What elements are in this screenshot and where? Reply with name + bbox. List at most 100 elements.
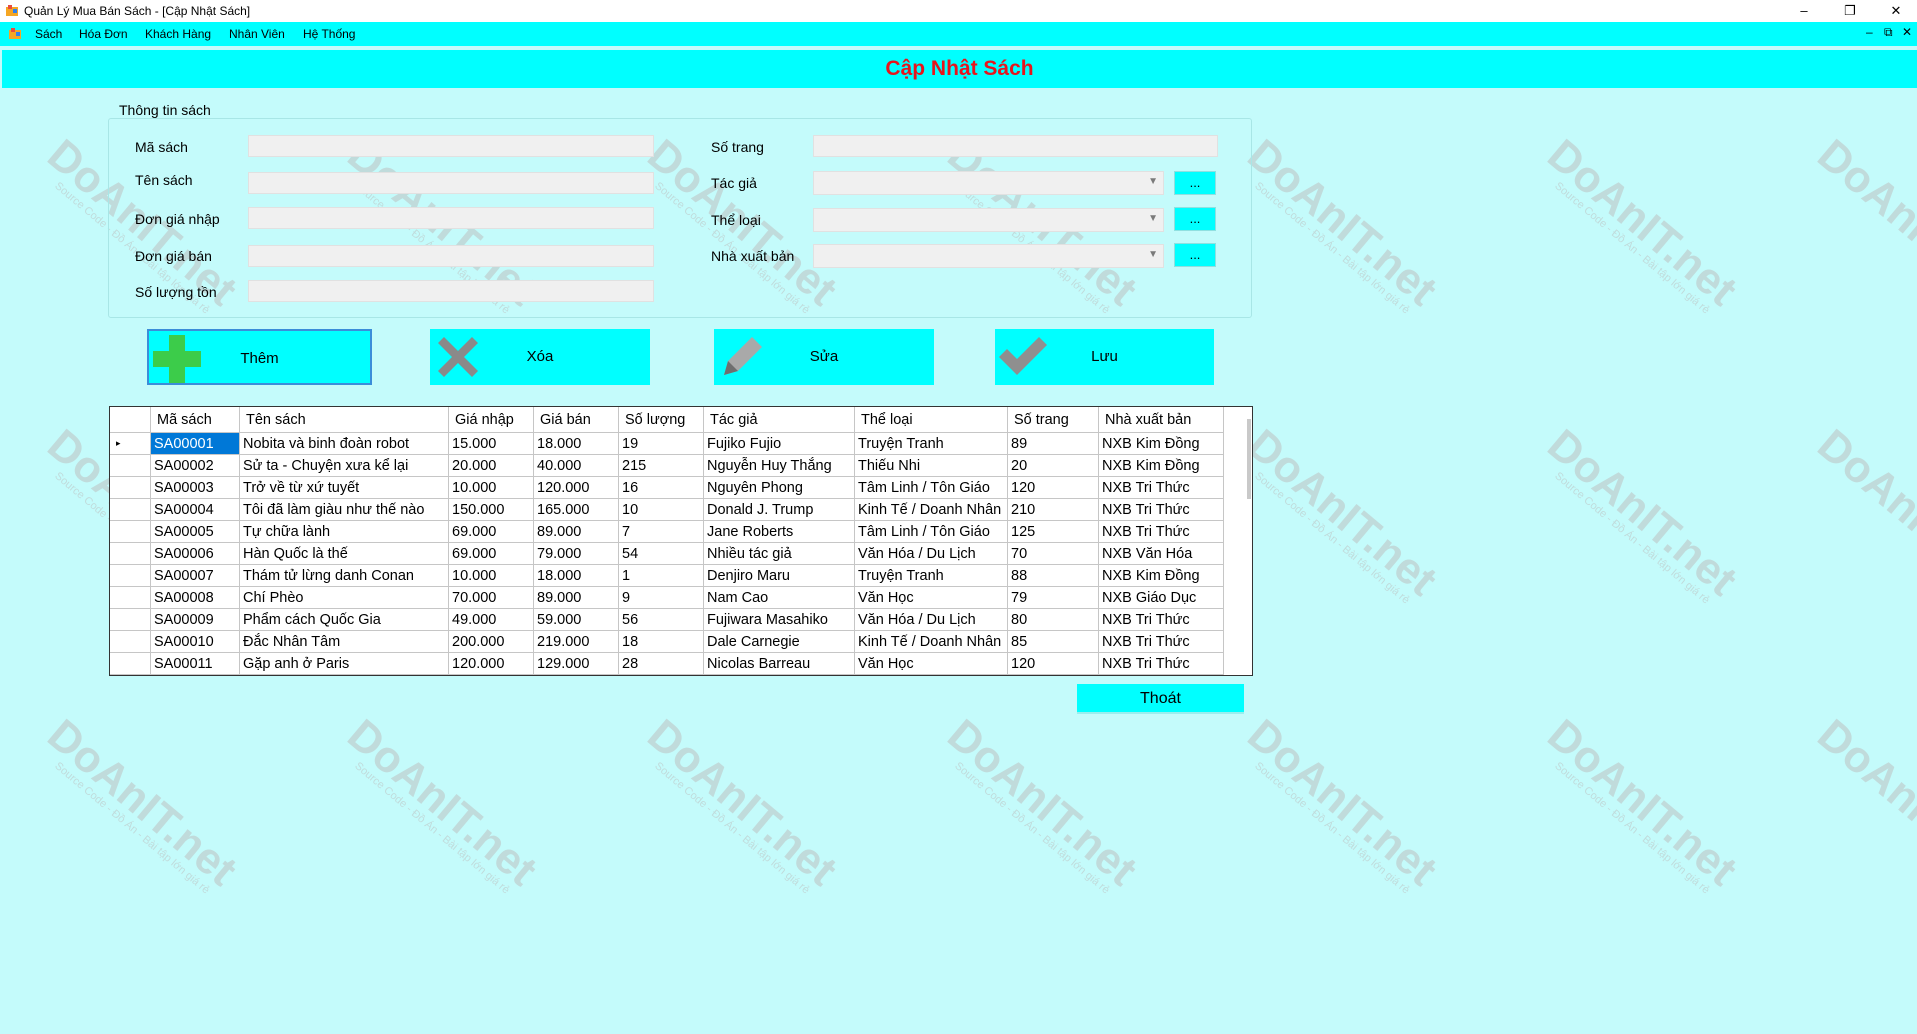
- table-cell[interactable]: Gặp anh ở Paris: [239, 652, 449, 675]
- grid-scrollbar[interactable]: [1247, 419, 1251, 499]
- table-cell[interactable]: Đắc Nhân Tâm: [239, 630, 449, 653]
- table-cell[interactable]: 120: [1007, 652, 1099, 675]
- maximize-button[interactable]: ❐: [1827, 0, 1873, 22]
- table-cell[interactable]: 129.000: [533, 652, 619, 675]
- table-cell[interactable]: 10.000: [448, 564, 534, 587]
- save-button[interactable]: Lưu: [995, 329, 1214, 385]
- column-header[interactable]: Thể loại: [854, 407, 1008, 433]
- table-cell[interactable]: NXB Kim Đồng: [1098, 454, 1224, 477]
- row-header[interactable]: [110, 652, 151, 675]
- table-cell[interactable]: NXB Tri Thức: [1098, 630, 1224, 653]
- table-cell[interactable]: SA00010: [150, 630, 240, 653]
- table-cell[interactable]: NXB Giáo Dục: [1098, 586, 1224, 609]
- table-cell[interactable]: Nicolas Barreau: [703, 652, 855, 675]
- table-cell[interactable]: Nobita và binh đoàn robot: [239, 432, 449, 455]
- column-header[interactable]: Tên sách: [239, 407, 449, 433]
- table-cell[interactable]: Hàn Quốc là thế: [239, 542, 449, 565]
- table-cell[interactable]: Fujiwara Masahiko: [703, 608, 855, 631]
- table-cell[interactable]: 40.000: [533, 454, 619, 477]
- table-row[interactable]: SA00008 Chí Phèo 70.000 89.000 9 Nam Cao Văn H…: [110, 586, 1224, 609]
- table-cell[interactable]: 79: [1007, 586, 1099, 609]
- table-cell[interactable]: 150.000: [448, 498, 534, 521]
- table-cell[interactable]: 79.000: [533, 542, 619, 565]
- row-header[interactable]: [110, 608, 151, 631]
- table-cell[interactable]: SA00011: [150, 652, 240, 675]
- table-cell[interactable]: 10.000: [448, 476, 534, 499]
- table-cell[interactable]: SA00006: [150, 542, 240, 565]
- table-cell[interactable]: 49.000: [448, 608, 534, 631]
- table-cell[interactable]: Nguyên Phong: [703, 476, 855, 499]
- table-cell[interactable]: 16: [618, 476, 704, 499]
- table-cell[interactable]: Fujiko Fujio: [703, 432, 855, 455]
- table-cell[interactable]: NXB Tri Thức: [1098, 520, 1224, 543]
- browse-the-loai-button[interactable]: ...: [1174, 207, 1216, 231]
- table-cell[interactable]: Denjiro Maru: [703, 564, 855, 587]
- table-cell[interactable]: SA00004: [150, 498, 240, 521]
- table-cell[interactable]: 18: [618, 630, 704, 653]
- table-cell[interactable]: 89.000: [533, 586, 619, 609]
- menu-sach[interactable]: Sách: [35, 27, 62, 41]
- table-cell[interactable]: Nam Cao: [703, 586, 855, 609]
- table-cell[interactable]: NXB Tri Thức: [1098, 608, 1224, 631]
- don-gia-nhap-input[interactable]: [248, 207, 654, 229]
- table-cell[interactable]: NXB Tri Thức: [1098, 476, 1224, 499]
- table-row[interactable]: SA00005 Tự chữa lành 69.000 89.000 7 Jane Rob…: [110, 520, 1224, 543]
- table-cell[interactable]: 219.000: [533, 630, 619, 653]
- browse-tac-gia-button[interactable]: ...: [1174, 171, 1216, 195]
- table-cell[interactable]: Sử ta - Chuyện xưa kể lại: [239, 454, 449, 477]
- table-cell[interactable]: 215: [618, 454, 704, 477]
- app-icon[interactable]: [8, 27, 22, 41]
- table-cell[interactable]: Tâm Linh / Tôn Giáo: [854, 476, 1008, 499]
- table-cell[interactable]: SA00002: [150, 454, 240, 477]
- tac-gia-select[interactable]: ▼: [813, 171, 1164, 195]
- table-cell[interactable]: 120.000: [448, 652, 534, 675]
- table-cell[interactable]: 20.000: [448, 454, 534, 477]
- row-header[interactable]: [110, 520, 151, 543]
- table-cell[interactable]: 70: [1007, 542, 1099, 565]
- table-cell[interactable]: 56: [618, 608, 704, 631]
- table-row[interactable]: SA00007 Thám tử lừng danh Conan 10.000 18.0…: [110, 564, 1224, 587]
- table-cell[interactable]: NXB Kim Đồng: [1098, 564, 1224, 587]
- table-cell[interactable]: 89: [1007, 432, 1099, 455]
- table-cell[interactable]: SA00009: [150, 608, 240, 631]
- column-header[interactable]: Số lượng: [618, 407, 704, 433]
- table-cell[interactable]: 70.000: [448, 586, 534, 609]
- column-header[interactable]: Giá nhập: [448, 407, 534, 433]
- table-cell[interactable]: 165.000: [533, 498, 619, 521]
- menu-khach-hang[interactable]: Khách Hàng: [145, 27, 211, 41]
- table-cell[interactable]: 120: [1007, 476, 1099, 499]
- table-cell[interactable]: Truyện Tranh: [854, 432, 1008, 455]
- table-cell[interactable]: 59.000: [533, 608, 619, 631]
- table-cell[interactable]: 18.000: [533, 432, 619, 455]
- table-row[interactable]: SA00003 Trở về từ xứ tuyết 10.000 120.000 16…: [110, 476, 1224, 499]
- table-cell[interactable]: 89.000: [533, 520, 619, 543]
- minimize-button[interactable]: –: [1781, 0, 1827, 22]
- row-header[interactable]: ▸: [110, 432, 151, 455]
- close-button[interactable]: ✕: [1873, 0, 1917, 22]
- table-cell[interactable]: 15.000: [448, 432, 534, 455]
- table-cell[interactable]: Truyện Tranh: [854, 564, 1008, 587]
- column-header[interactable]: Số trang: [1007, 407, 1099, 433]
- menu-nhan-vien[interactable]: Nhân Viên: [229, 27, 285, 41]
- table-cell[interactable]: 125: [1007, 520, 1099, 543]
- the-loai-select[interactable]: ▼: [813, 208, 1164, 232]
- column-header[interactable]: Mã sách: [150, 407, 240, 433]
- browse-nha-xuat-ban-button[interactable]: ...: [1174, 243, 1216, 267]
- mdi-close-button[interactable]: ✕: [1902, 25, 1912, 39]
- table-cell[interactable]: 28: [618, 652, 704, 675]
- table-cell[interactable]: Trở về từ xứ tuyết: [239, 476, 449, 499]
- table-cell[interactable]: Dale Carnegie: [703, 630, 855, 653]
- column-header[interactable]: Tác giả: [703, 407, 855, 433]
- table-cell[interactable]: SA00007: [150, 564, 240, 587]
- table-cell[interactable]: NXB Văn Hóa: [1098, 542, 1224, 565]
- table-cell[interactable]: 200.000: [448, 630, 534, 653]
- table-cell[interactable]: Tôi đã làm giàu như thế nào: [239, 498, 449, 521]
- table-cell[interactable]: Kinh Tế / Doanh Nhân: [854, 498, 1008, 521]
- row-header[interactable]: [110, 586, 151, 609]
- table-cell[interactable]: Văn Học: [854, 586, 1008, 609]
- table-cell[interactable]: 85: [1007, 630, 1099, 653]
- ten-sach-input[interactable]: [248, 172, 654, 194]
- row-header[interactable]: [110, 454, 151, 477]
- menu-hoa-don[interactable]: Hóa Đơn: [79, 27, 128, 41]
- table-cell[interactable]: Tâm Linh / Tôn Giáo: [854, 520, 1008, 543]
